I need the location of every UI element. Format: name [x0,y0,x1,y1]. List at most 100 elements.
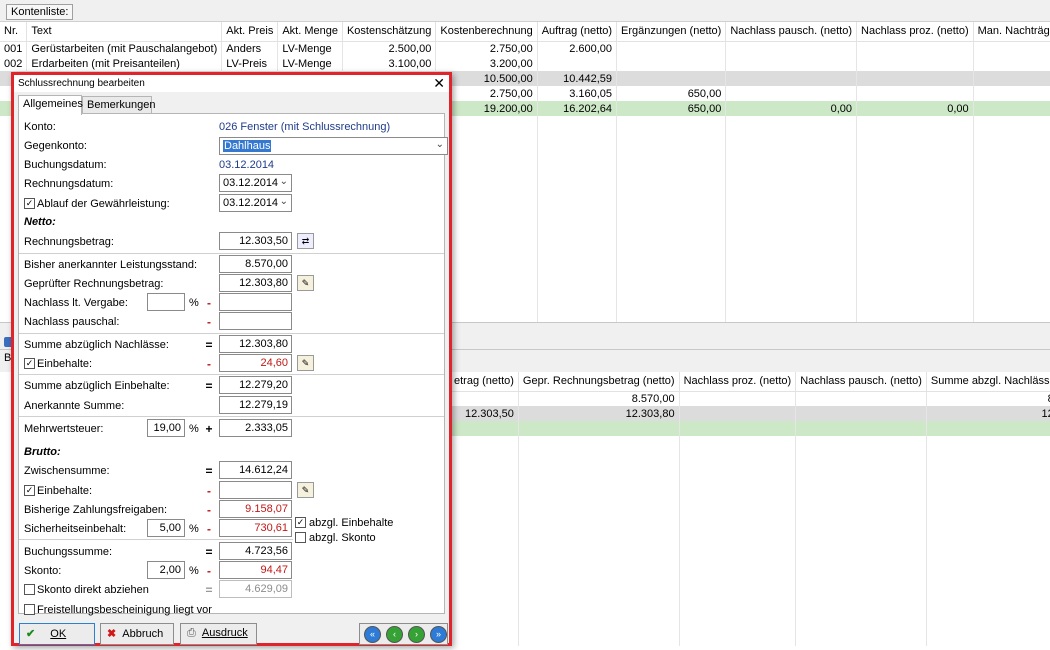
grid2-col-header[interactable]: etrag (netto) [450,372,519,392]
calculator-icon[interactable]: ✎ [297,482,314,498]
einbehalte-field[interactable]: 24,60 [219,354,292,372]
tab-bemerkungen[interactable]: Bemerkungen [82,96,156,114]
table-cell [537,131,618,146]
einbehalte-checkbox[interactable]: ✓ [24,358,35,369]
last-record-icon[interactable]: » [430,626,447,643]
table-cell [616,146,727,161]
grid2-col-header[interactable]: Nachlass proz. (netto) [679,372,797,392]
bisherige-field[interactable]: 9.158,07 [219,500,292,518]
rechnungen-table[interactable]: etrag (netto) Gepr. Rechnungsbetrag (nett… [450,372,1050,646]
table-cell [926,616,1050,631]
table-row[interactable]: 002 Erdarbeiten (mit Preisanteilen) LV-Pre… [0,56,1050,71]
divider [19,253,444,254]
table-cell [973,146,1050,161]
table-cell [795,511,927,526]
grid1-col-header[interactable]: Kostenberechnung [435,22,538,42]
skonto-direkt-checkbox[interactable] [24,584,35,595]
next-record-icon[interactable]: › [408,626,425,643]
kontenliste-label: Kontenliste: [6,4,74,20]
abbruch-button[interactable]: ✖ Abbruch [100,623,174,645]
allgemeines-panel: Konto: 026 Fenster (mit Schlussrechnung)… [18,113,448,616]
table-cell [795,526,927,541]
grid1-col-header[interactable]: Nr. [0,22,28,42]
einbehalte-brutto-checkbox[interactable]: ✓ [24,485,35,496]
grid1-col-header[interactable]: Akt. Preis [221,22,279,42]
grid1-col-header[interactable]: Akt. Menge [277,22,343,42]
gegenkonto-value: Dahlhaus [223,140,272,152]
grid1-col-header[interactable]: Kostenschätzung [342,22,437,42]
abzgl-skonto-checkbox[interactable] [295,532,306,543]
table-cell [795,406,927,421]
table-cell: LV-Menge [277,41,343,56]
sicherheit-field[interactable]: 730,61 [219,519,292,537]
table-cell [973,41,1050,56]
table-cell [616,236,727,251]
mwst-pct-field[interactable]: 19,00 [147,419,185,437]
close-icon[interactable]: ✕ [433,75,445,92]
table-row[interactable]: 8.570,00 8.570,00 [450,391,1050,406]
gepr-field[interactable]: 12.303,80 [219,274,292,292]
nachlass-vergabe-field[interactable] [219,293,292,311]
grid2-col-header[interactable]: Gepr. Rechnungsbetrag (netto) [518,372,680,392]
empty-row [450,571,1050,586]
table-cell [725,71,858,86]
table-cell [856,221,974,236]
rechnungsbetrag-field[interactable]: 12.303,50 [219,232,292,250]
table-cell [856,56,974,71]
calculator-icon[interactable]: ✎ [297,355,314,371]
calculator-icon[interactable]: ✎ [297,275,314,291]
table-row[interactable]: 12.303,5012.303,8012.303,80 [450,406,1050,421]
table-cell [537,206,618,221]
skonto-pct-field[interactable]: 2,00 [147,561,185,579]
tab-allgemeines[interactable]: Allgemeines [18,95,83,115]
einbehalte-brutto-field[interactable] [219,481,292,499]
table-cell [973,296,1050,311]
abzgl-skonto-label: abzgl. Skonto [309,532,376,544]
table-cell [679,616,797,631]
sicherheit-pct-field[interactable]: 5,00 [147,519,185,537]
anerkannt-field[interactable]: 12.279,19 [219,396,292,414]
table-cell [679,391,797,406]
empty-row [450,451,1050,466]
ausdruck-button[interactable]: ⎙ Ausdruck [180,623,257,645]
first-record-icon[interactable]: « [364,626,381,643]
grid1-col-header[interactable]: Text [26,22,223,42]
kontenliste-bar: Kontenliste: [0,0,1050,22]
nachlass-vergabe-label: Nachlass lt. Vergabe: [24,297,128,309]
table-row[interactable]: 001 Gerüstarbeiten (mit Pauschalangebot) A… [0,41,1050,56]
grid1-col-header[interactable]: Ergänzungen (netto) [616,22,727,42]
abzgl-einbehalte-checkbox[interactable]: ✓ [295,517,306,528]
grid1-col-header[interactable]: Nachlass pausch. (netto) [725,22,858,42]
check-icon: ✔ [26,628,36,640]
gewaehrleistung-picker[interactable]: 03.12.2014 ⌄ [219,194,292,212]
grid1-col-header[interactable]: Man. Nachträge (netto) [973,22,1050,42]
gewaehrleistung-checkbox[interactable]: ✓ [24,198,35,209]
equals-operator: = [205,338,213,352]
freistellung-checkbox[interactable] [24,604,35,615]
table-row[interactable] [450,421,1050,436]
bisher-field[interactable]: 8.570,00 [219,255,292,273]
table-cell: 0,00 [973,101,1050,116]
skonto-field[interactable]: 94,47 [219,561,292,579]
previous-record-icon[interactable]: ‹ [386,626,403,643]
grid1-col-header[interactable]: Nachlass proz. (netto) [856,22,974,42]
table-cell [856,41,974,56]
grid1-col-header[interactable]: Auftrag (netto) [537,22,618,42]
transfer-icon[interactable]: ⇄ [297,233,314,249]
gegenkonto-select[interactable]: Dahlhaus ⌄ [219,137,448,155]
table-cell [616,116,727,131]
table-cell: 0,00 [725,101,858,116]
grid2-col-header[interactable]: Summe abzgl. Nachlässe (netto) [926,372,1050,392]
grid2-col-header[interactable]: Nachlass pausch. (netto) [795,372,927,392]
gegenkonto-label: Gegenkonto: [24,140,87,152]
nachlass-pauschal-field[interactable] [219,312,292,330]
table-cell [795,616,927,631]
table-cell [973,176,1050,191]
table-cell [518,496,680,511]
table-cell: 2.600,00 [537,41,618,56]
ok-button[interactable]: ✔ OK [19,623,95,645]
table-cell [926,436,1050,451]
empty-row [450,601,1050,616]
rechnungsdatum-picker[interactable]: 03.12.2014 ⌄ [219,174,292,192]
nachlass-vergabe-pct-field[interactable] [147,293,185,311]
